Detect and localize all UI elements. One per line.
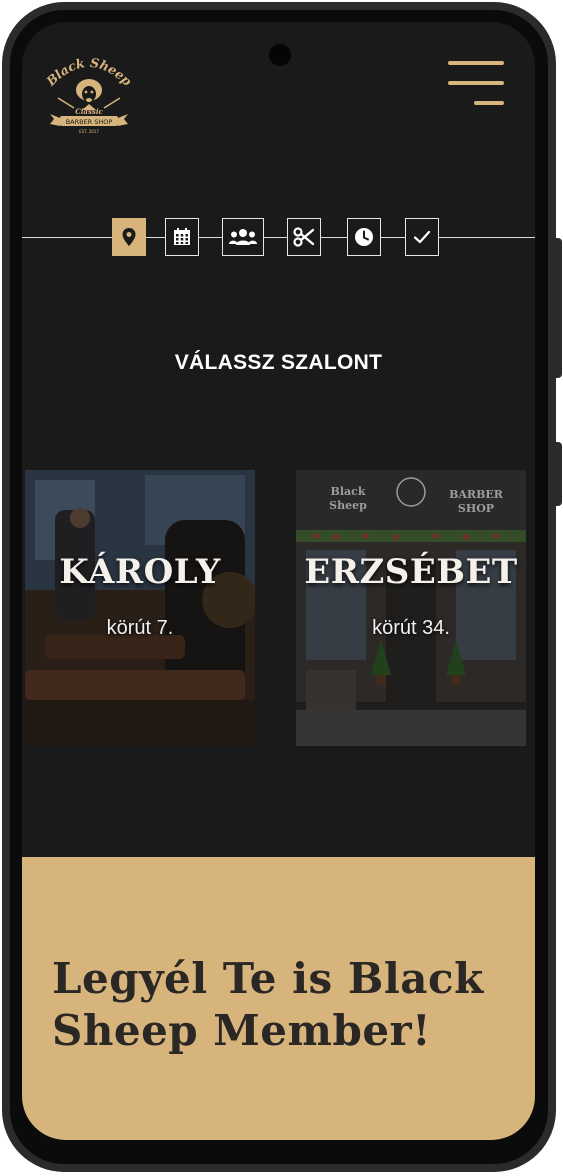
salon-address: körút 7. — [106, 617, 174, 639]
front-camera — [269, 44, 291, 66]
section-title: VÁLASSZ SZALONT — [174, 351, 383, 374]
black-sheep-logo[interactable]: Black Sheep Classic BARBER SHOP EST. 201… — [44, 52, 134, 134]
salon-name: ERZSÉBET — [304, 552, 518, 592]
member-banner: Legyél Te is Black Sheep Member! — [22, 857, 535, 1140]
calendar-icon — [174, 228, 190, 245]
step-time[interactable] — [347, 218, 381, 256]
svg-text:EST. 2017: EST. 2017 — [79, 129, 99, 134]
salon-photo-erzsebet: Black Sheep BARBER SHOP — [296, 470, 526, 746]
app-screen: Black Sheep Classic BARBER SHOP EST. 201… — [22, 22, 535, 1140]
volume-button — [554, 238, 562, 378]
step-date[interactable] — [165, 218, 199, 256]
steps-connector-line — [22, 237, 535, 238]
step-service[interactable] — [287, 218, 321, 256]
scissors-icon — [293, 227, 315, 247]
step-barber[interactable] — [222, 218, 264, 256]
power-button — [554, 442, 562, 506]
checkmark-icon — [413, 230, 431, 244]
salon-address: körút 34. — [372, 617, 450, 639]
location-pin-icon — [122, 228, 136, 246]
member-title: Legyél Te is Black Sheep Member! — [52, 954, 484, 1055]
step-confirm[interactable] — [405, 218, 439, 256]
salon-card-erzsebet[interactable]: Black Sheep BARBER SHOP ERZSÉBET körút 34. — [296, 470, 526, 746]
svg-text:BARBER SHOP: BARBER SHOP — [66, 118, 113, 126]
people-icon — [229, 229, 257, 245]
svg-text:Classic: Classic — [75, 107, 103, 116]
salon-card-karoly[interactable]: KÁROLY körút 7. — [25, 470, 255, 746]
salon-photo-karoly — [25, 470, 255, 746]
hamburger-menu-icon[interactable] — [446, 58, 506, 108]
clock-icon — [355, 228, 373, 246]
salon-name: KÁROLY — [59, 552, 221, 592]
step-location[interactable] — [112, 218, 146, 256]
